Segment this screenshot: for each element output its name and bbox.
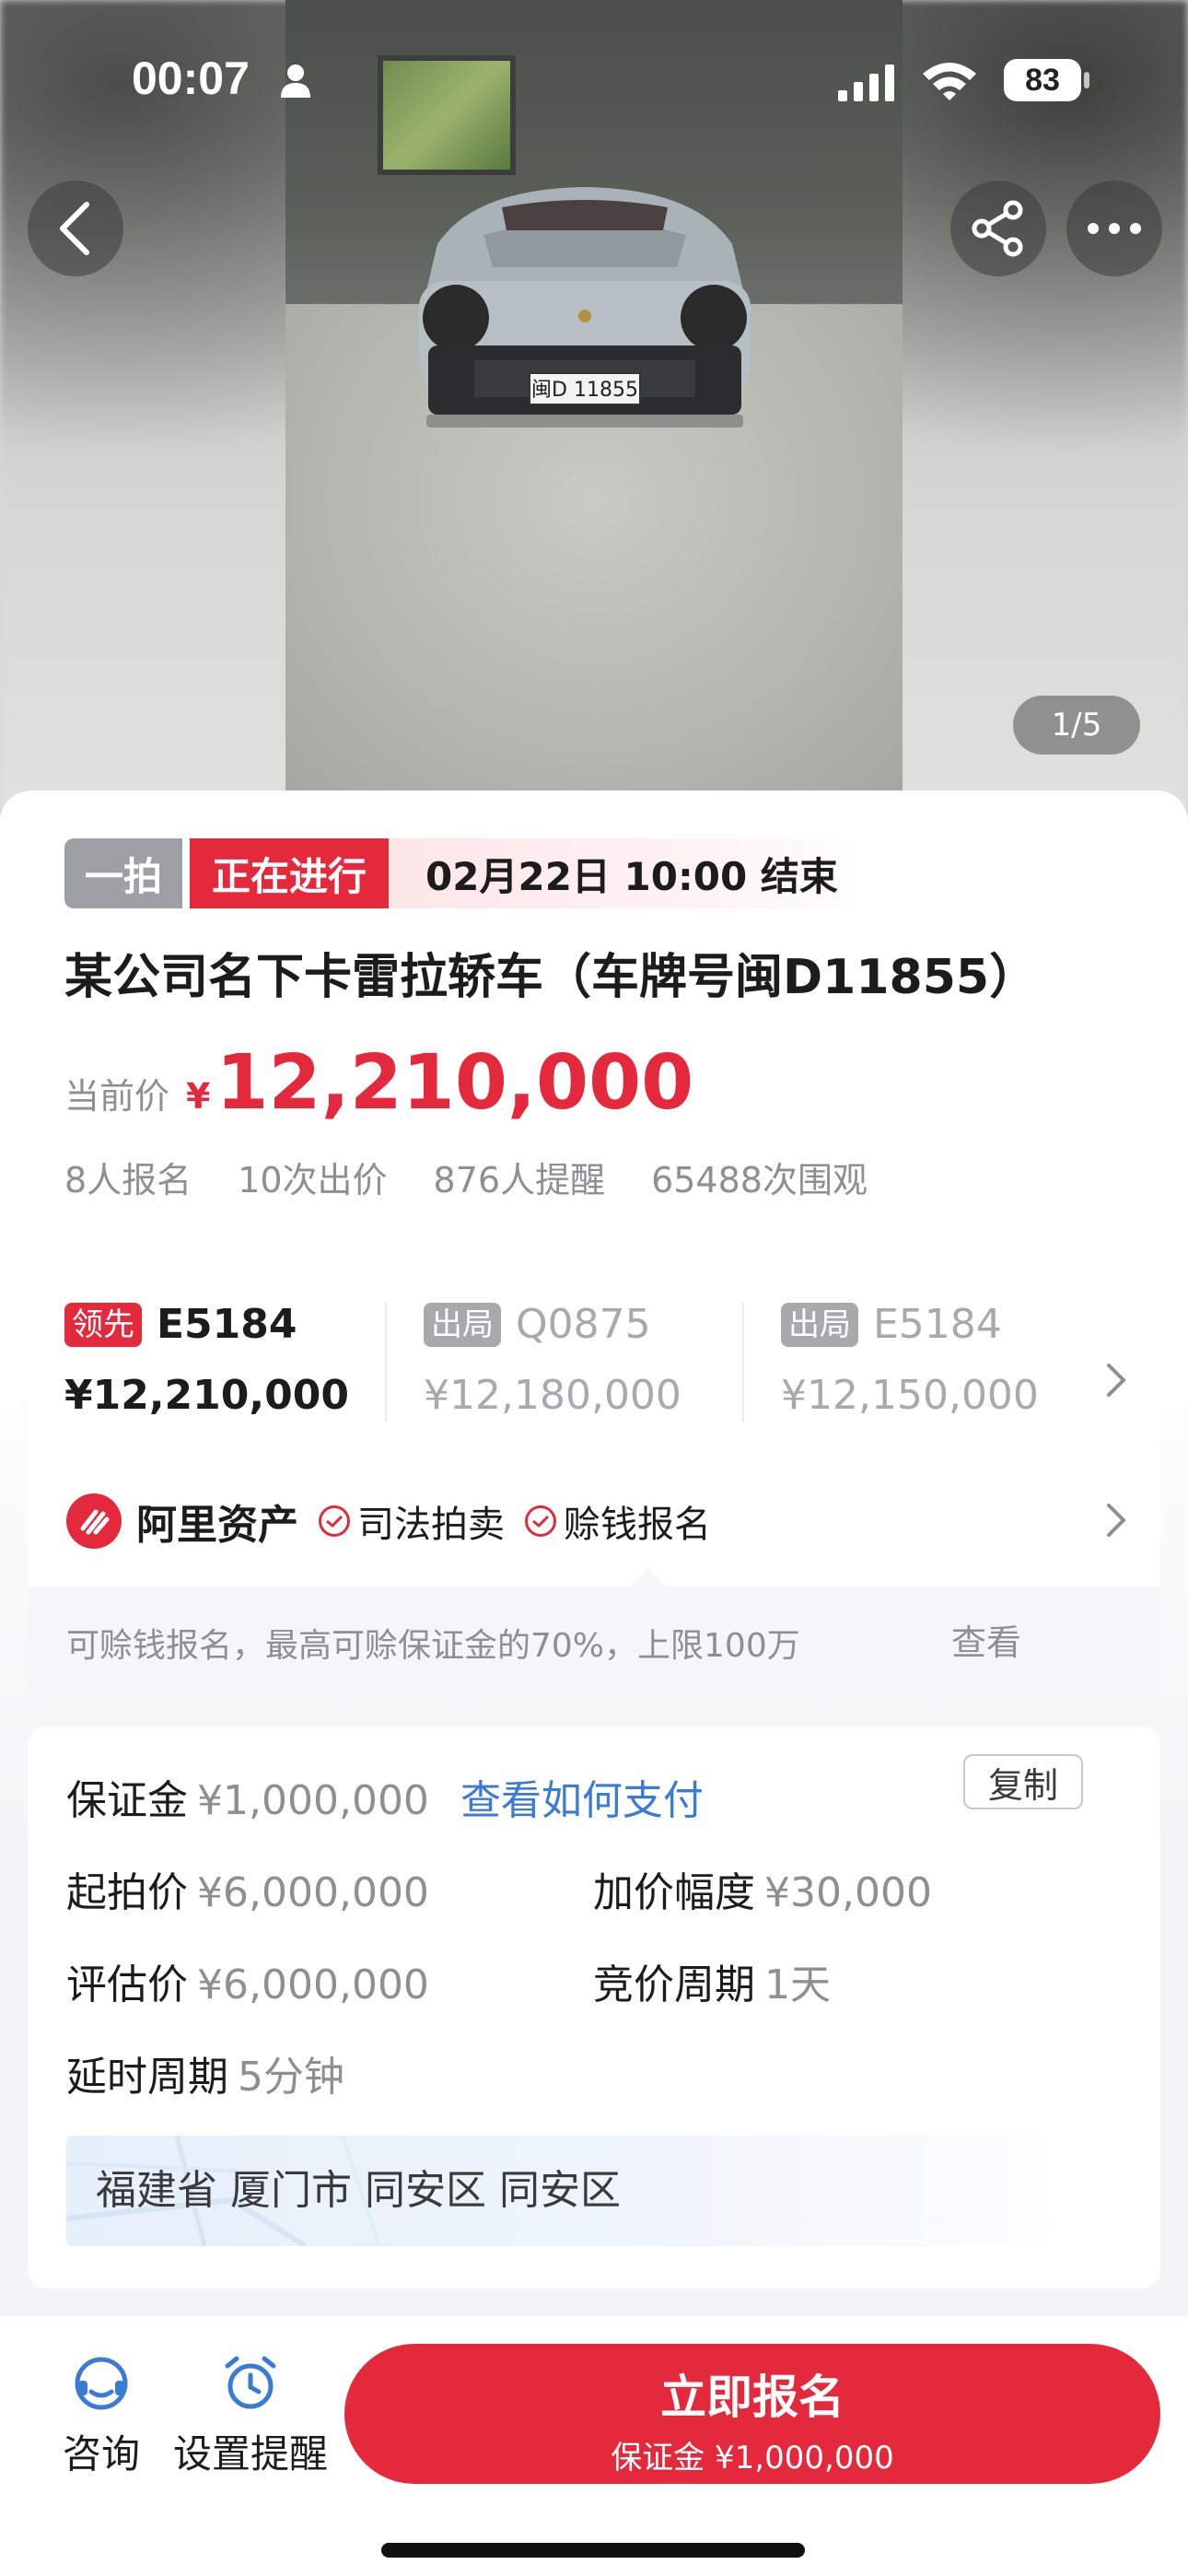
start-price-value: ¥6,000,000 <box>197 1869 429 1916</box>
check-icon <box>525 1505 556 1537</box>
view-count: 65488次围观 <box>651 1160 868 1200</box>
view-link[interactable]: 查看 <box>951 1587 1021 1699</box>
price-label: 当前价 <box>64 1076 170 1117</box>
divider <box>385 1303 387 1423</box>
out-badge: 出局 <box>424 1302 501 1347</box>
round-tag: 一拍 <box>64 838 183 908</box>
license-plate: 闽D 11855 <box>531 379 638 402</box>
bidder-code: E5184 <box>157 1301 297 1348</box>
bid-cycle-label: 竞价周期 <box>593 1961 755 2008</box>
auction-details-card: 保证金 ¥1,000,000 查看如何支付 起拍价 ¥6,000,000 加价幅度 ¥3… <box>28 1727 1160 2289</box>
bidder-code: E5184 <box>873 1301 1002 1348</box>
wifi-icon <box>923 63 976 100</box>
start-price-label: 起拍价 <box>66 1869 188 1916</box>
appraisal-value: ¥6,000,000 <box>197 1961 429 2008</box>
signup-count: 8人报名 <box>64 1160 192 1200</box>
bottom-action-bar: 咨询 设置提醒 立即报名 保证金 ¥1,000,000 <box>0 2316 1188 2576</box>
credit-signup-label: 赊钱报名 <box>564 1504 711 1546</box>
end-time: 02月22日 10:00 结束 <box>389 838 875 908</box>
hero-gallery[interactable]: 闽D 11855 1/5 <box>0 0 1188 829</box>
auction-status-row: 一拍 正在进行 02月22日 10:00 结束 <box>64 838 875 908</box>
signup-label: 立即报名 <box>660 2371 844 2424</box>
chevron-right-icon[interactable] <box>1105 1362 1127 1399</box>
check-icon <box>319 1505 350 1537</box>
increment-label: 加价幅度 <box>593 1869 755 1916</box>
status-time: 00:07 <box>132 53 250 104</box>
address-box: 福建省 厦门市 同安区 同安区 <box>66 2136 1122 2246</box>
bid-record-card[interactable]: 领先 E5184 ¥12,210,000 出局 Q0875 ¥12,180,000 … <box>28 1253 1160 1699</box>
home-indicator[interactable] <box>381 2543 805 2558</box>
bid-cycle-value: 1天 <box>764 1961 831 2008</box>
credit-signup-note: 可赊钱报名，最高可赊保证金的70%，上限100万 查看 <box>28 1587 1160 1699</box>
car-illustration: 闽D 11855 <box>419 187 751 427</box>
bid-record-item[interactable]: 出局 E5184 ¥12,150,000 <box>781 1301 1066 1419</box>
alarm-clock-icon <box>225 2356 276 2409</box>
battery-cap <box>1084 72 1089 88</box>
live-status-tag: 正在进行 <box>190 838 390 908</box>
share-button[interactable] <box>950 181 1046 276</box>
bid-amount: ¥12,180,000 <box>424 1372 681 1419</box>
start-price-row: 起拍价 ¥6,000,000 <box>66 1859 429 1918</box>
credit-note-text: 可赊钱报名，最高可赊保证金的70%，上限100万 <box>66 1627 800 1665</box>
ali-asset-logo-icon <box>66 1493 122 1549</box>
consult-label: 咨询 <box>62 2431 140 2476</box>
item-title: 某公司名下卡雷拉轿车（车牌号闽D11855） <box>64 950 1038 1005</box>
price-currency: ¥ <box>186 1076 211 1117</box>
deposit-value: ¥1,000,000 <box>197 1777 429 1824</box>
consult-button[interactable]: 咨询 <box>55 2353 147 2479</box>
appraisal-row: 评估价 ¥6,000,000 <box>66 1951 429 2010</box>
signal-icon <box>838 64 894 101</box>
bid-record-item[interactable]: 出局 Q0875 ¥12,180,000 <box>424 1301 681 1419</box>
current-price: 12,210,000 <box>215 1039 694 1127</box>
signup-deposit: 保证金 ¥1,000,000 <box>611 2440 894 2476</box>
delay-label: 延时周期 <box>66 2054 228 2101</box>
headset-icon <box>75 2357 128 2410</box>
delay-row: 延时周期 5分钟 <box>66 2043 344 2102</box>
increment-row: 加价幅度 ¥30,000 <box>593 1859 932 1918</box>
reminder-label: 设置提醒 <box>172 2431 328 2476</box>
more-button[interactable] <box>1066 181 1162 276</box>
divider <box>742 1303 744 1423</box>
bidder-code: Q0875 <box>516 1301 651 1348</box>
out-badge: 出局 <box>781 1302 858 1347</box>
leading-badge: 领先 <box>64 1302 142 1347</box>
chevron-right-icon[interactable] <box>1105 1502 1127 1539</box>
appraisal-label: 评估价 <box>66 1961 188 2008</box>
set-reminder-button[interactable]: 设置提醒 <box>169 2353 332 2479</box>
credit-signup-tag: 赊钱报名 <box>525 1494 711 1548</box>
share-icon <box>972 200 1023 257</box>
ali-asset-row[interactable]: 阿里资产 司法拍卖 赊钱报名 <box>28 1465 1160 1577</box>
bid-count: 10次出价 <box>238 1160 388 1200</box>
battery-icon: 83 <box>1004 59 1081 101</box>
copy-address-button[interactable]: 复制 <box>963 1754 1083 1809</box>
status-bar: 00:07 83 <box>0 46 1188 120</box>
judicial-auction-tag: 司法拍卖 <box>319 1494 505 1548</box>
ali-asset-brand: 阿里资产 <box>136 1502 298 1549</box>
ali-asset-section[interactable]: 阿里资产 司法拍卖 赊钱报名 可赊钱报名，最高可赊保证金的70%，上限100万 … <box>28 1465 1160 1699</box>
current-price-row: 当前价 ¥ 12,210,000 <box>64 1039 693 1127</box>
bid-amount: ¥12,150,000 <box>781 1372 1039 1419</box>
person-icon <box>281 64 310 98</box>
signup-now-button[interactable]: 立即报名 保证金 ¥1,000,000 <box>344 2344 1160 2484</box>
deposit-row: 保证金 ¥1,000,000 查看如何支付 <box>66 1767 704 1826</box>
deposit-label: 保证金 <box>66 1777 188 1824</box>
delay-value: 5分钟 <box>238 2054 344 2101</box>
how-to-pay-link[interactable]: 查看如何支付 <box>460 1777 704 1824</box>
bid-cycle-row: 竞价周期 1天 <box>593 1951 831 2010</box>
judicial-auction-label: 司法拍卖 <box>357 1504 505 1546</box>
back-icon <box>60 202 89 255</box>
increment-value: ¥30,000 <box>764 1869 932 1916</box>
photo-counter: 1/5 <box>1013 696 1140 755</box>
auction-stats: 8人报名 10次出价 876人提醒 65488次围观 <box>64 1152 868 1202</box>
bid-record-item[interactable]: 领先 E5184 ¥12,210,000 <box>64 1301 349 1419</box>
bid-amount: ¥12,210,000 <box>64 1372 349 1419</box>
more-icon <box>1088 223 1141 234</box>
reminder-count: 876人提醒 <box>433 1160 606 1200</box>
address-text: 福建省 厦门市 同安区 同安区 <box>96 2167 621 2214</box>
back-button[interactable] <box>28 181 123 276</box>
